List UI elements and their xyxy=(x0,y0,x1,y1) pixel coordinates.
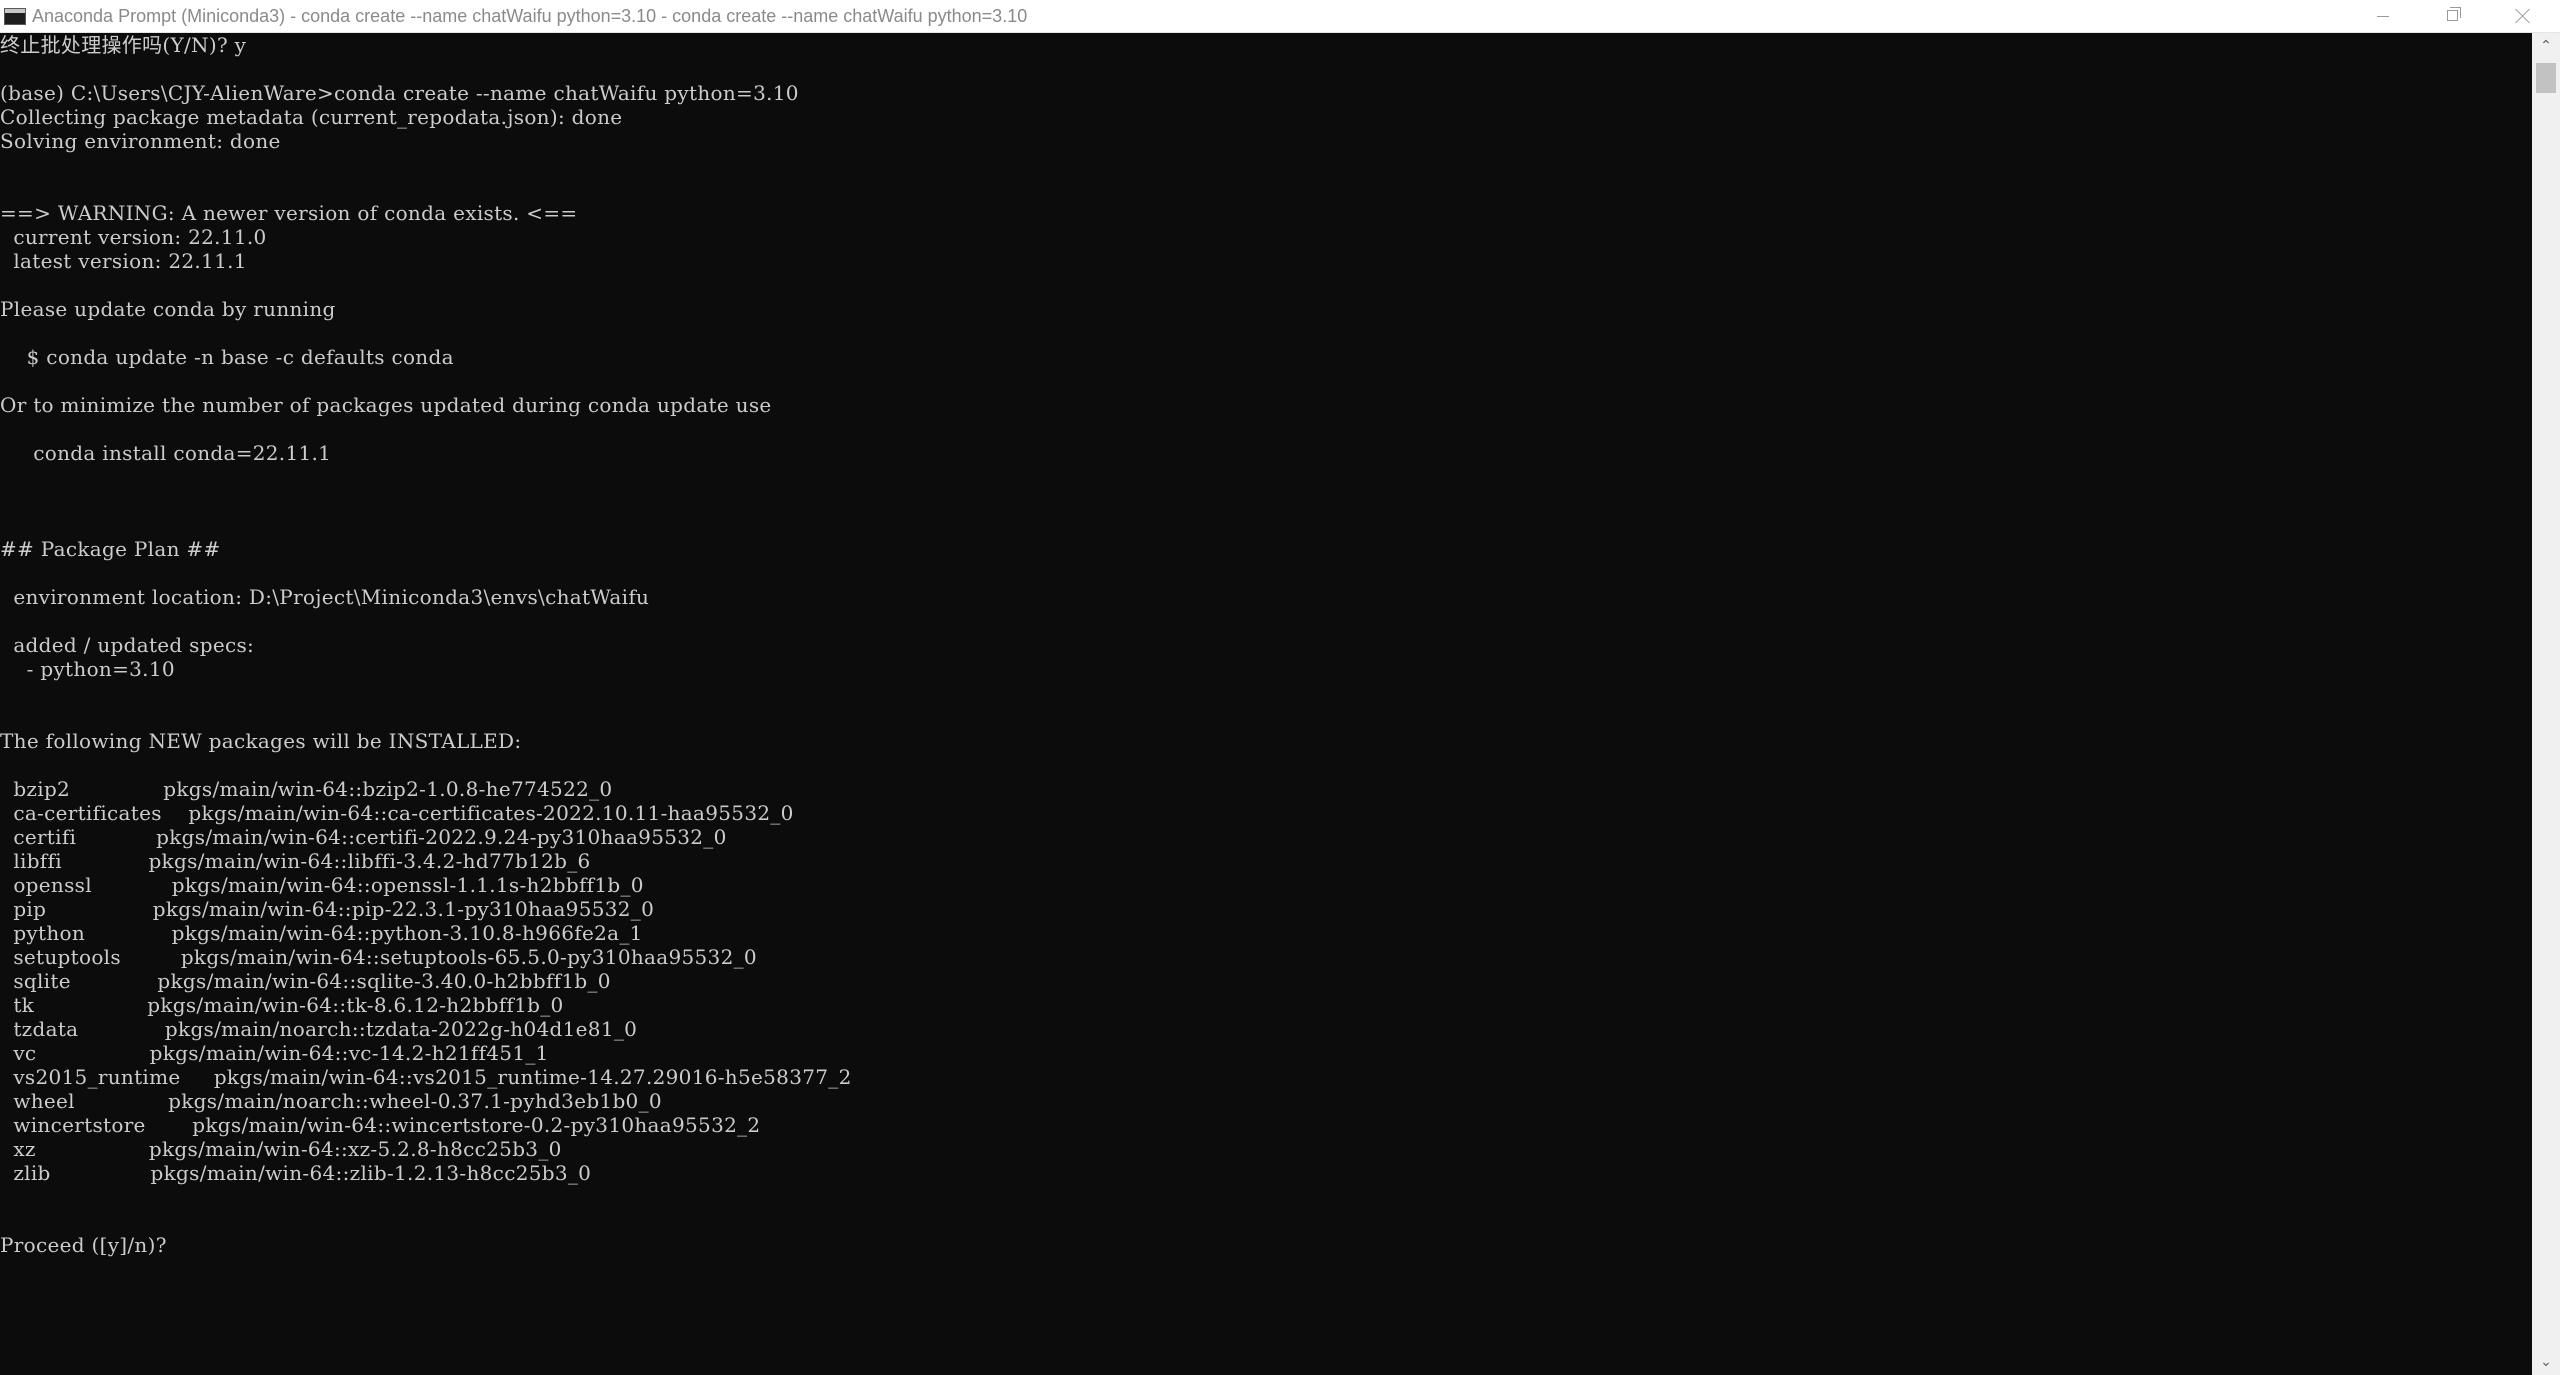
console-output[interactable]: 终止批处理操作吗(Y/N)? y (base) C:\Users\CJY-Alie… xyxy=(0,33,2532,1375)
console-line: pip pkgs/main/win-64::pip-22.3.1-py310ha… xyxy=(0,897,655,921)
scrollbar-thumb[interactable] xyxy=(2536,63,2556,93)
console-line: zlib pkgs/main/win-64::zlib-1.2.13-h8cc2… xyxy=(0,1161,592,1185)
console-line: (base) C:\Users\CJY-AlienWare>conda crea… xyxy=(0,81,799,105)
console-line: added / updated specs: xyxy=(0,633,255,657)
console-line: conda install conda=22.11.1 xyxy=(0,441,332,465)
chevron-up-icon: ⌃ xyxy=(2540,38,2552,54)
maximize-button[interactable] xyxy=(2418,0,2488,33)
console-line: current version: 22.11.0 xyxy=(0,225,267,249)
console-line: $ conda update -n base -c defaults conda xyxy=(0,345,454,369)
scroll-up-button[interactable]: ⌃ xyxy=(2532,33,2560,59)
console-line: ## Package Plan ## xyxy=(0,537,221,561)
vertical-scrollbar[interactable]: ⌃ ⌄ xyxy=(2532,33,2560,1375)
console-line: openssl pkgs/main/win-64::openssl-1.1.1s… xyxy=(0,873,644,897)
console-line: Or to minimize the number of packages up… xyxy=(0,393,772,417)
console-line: ==> WARNING: A newer version of conda ex… xyxy=(0,201,578,225)
console-line: libffi pkgs/main/win-64::libffi-3.4.2-hd… xyxy=(0,849,591,873)
scroll-down-button[interactable]: ⌄ xyxy=(2532,1349,2560,1375)
console-line: environment location: D:\Project\Minicon… xyxy=(0,585,650,609)
console-line: xz pkgs/main/win-64::xz-5.2.8-h8cc25b3_0 xyxy=(0,1137,562,1161)
close-icon xyxy=(2515,8,2531,24)
console-line: - python=3.10 xyxy=(0,657,175,681)
console-line: latest version: 22.11.1 xyxy=(0,249,247,273)
console-line: wincertstore pkgs/main/win-64::wincertst… xyxy=(0,1113,761,1137)
console-line: Solving environment: done xyxy=(0,129,281,153)
console-line: vc pkgs/main/win-64::vc-14.2-h21ff451_1 xyxy=(0,1041,549,1065)
chevron-down-icon: ⌄ xyxy=(2540,1354,2552,1370)
console-line: ca-certificates pkgs/main/win-64::ca-cer… xyxy=(0,801,794,825)
terminal-window: Anaconda Prompt (Miniconda3) - conda cre… xyxy=(0,0,2560,1375)
window-title: Anaconda Prompt (Miniconda3) - conda cre… xyxy=(32,6,1028,26)
console-line: sqlite pkgs/main/win-64::sqlite-3.40.0-h… xyxy=(0,969,611,993)
restore-icon xyxy=(2447,7,2461,21)
console-line: vs2015_runtime pkgs/main/win-64::vs2015_… xyxy=(0,1065,852,1089)
console-line: setuptools pkgs/main/win-64::setuptools-… xyxy=(0,945,757,969)
console-line: Collecting package metadata (current_rep… xyxy=(0,105,623,129)
title-bar[interactable]: Anaconda Prompt (Miniconda3) - conda cre… xyxy=(0,0,2560,33)
console-line: python pkgs/main/win-64::python-3.10.8-h… xyxy=(0,921,643,945)
console-line: bzip2 pkgs/main/win-64::bzip2-1.0.8-he77… xyxy=(0,777,613,801)
console-line: wheel pkgs/main/noarch::wheel-0.37.1-pyh… xyxy=(0,1089,662,1113)
console-line: 终止批处理操作吗(Y/N)? y xyxy=(0,33,247,57)
minimize-button[interactable] xyxy=(2348,0,2418,33)
console-line: Please update conda by running xyxy=(0,297,336,321)
console-line: tk pkgs/main/win-64::tk-8.6.12-h2bbff1b_… xyxy=(0,993,564,1017)
console-line: certifi pkgs/main/win-64::certifi-2022.9… xyxy=(0,825,727,849)
terminal-icon[interactable] xyxy=(4,8,26,25)
close-button[interactable] xyxy=(2488,0,2558,33)
console-line: Proceed ([y]/n)? xyxy=(0,1233,167,1257)
minimize-icon xyxy=(2377,16,2389,17)
console-line: tzdata pkgs/main/noarch::tzdata-2022g-h0… xyxy=(0,1017,638,1041)
console-line: The following NEW packages will be INSTA… xyxy=(0,729,522,753)
